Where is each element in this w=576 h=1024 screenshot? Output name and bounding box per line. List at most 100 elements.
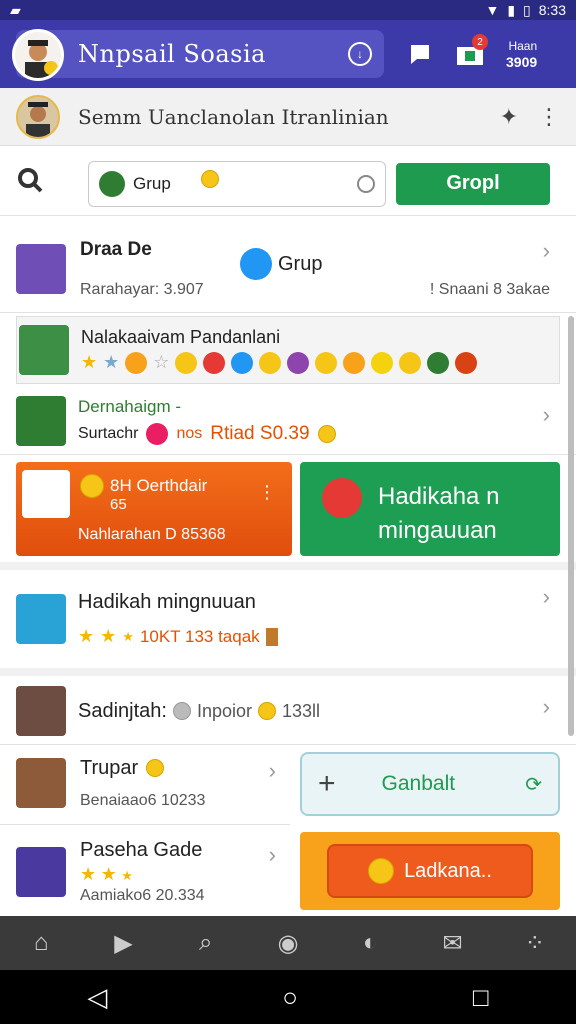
video-icon[interactable]: ▶	[103, 929, 143, 958]
emoji-icon	[259, 351, 282, 374]
card-title: 8H Oerthdair	[110, 476, 208, 495]
emoji-row[interactable]: Nalakaaivam Pandanlani ★ ★ ☆	[16, 316, 560, 384]
coin-icon	[80, 474, 104, 498]
star-icon: ★	[80, 864, 97, 884]
group-button[interactable]: Gropl	[396, 162, 550, 205]
card-subtitle: 65	[110, 496, 127, 513]
recents-icon[interactable]: □	[473, 982, 489, 1013]
wifi-icon: ▼	[485, 2, 500, 18]
row-price: Rtiad S0.39	[210, 423, 310, 444]
chevron-right-icon: ›	[542, 402, 550, 427]
list-item[interactable]: Dernahaigm - Surtachr nos Rtiad S0.39 ›	[16, 392, 560, 450]
emoji-icon	[175, 351, 198, 374]
plus-icon: +	[318, 767, 336, 800]
star-icon: ★	[78, 626, 95, 646]
system-nav: ◁ ○ □	[0, 970, 576, 1024]
avatar	[16, 244, 66, 294]
bottom-nav: ⌂ ▶ ⌕ ◉ ◐ ✉ ⁘	[0, 916, 576, 970]
emoji-icon	[343, 351, 366, 374]
scrollbar[interactable]	[568, 316, 574, 736]
app-avatar[interactable]	[12, 29, 64, 81]
card-title-line1: Hadikaha n	[378, 483, 500, 510]
balance-display: Haan 3909	[506, 38, 537, 70]
list-item[interactable]: Sadinjtah: Inpoior 133ll ›	[16, 684, 560, 738]
emoji-icon	[399, 351, 422, 374]
back-icon[interactable]: ◁	[87, 982, 107, 1013]
home-icon[interactable]: ⌂	[21, 929, 61, 957]
star-icon: ☆	[153, 351, 170, 372]
list-item[interactable]: Trupar Benaiaao6 10233 ›	[16, 752, 286, 814]
home-circle-icon[interactable]: ○	[282, 982, 298, 1013]
avatar	[16, 686, 66, 736]
app-title-pill[interactable]: Nnpsail Soasia ↓	[12, 29, 384, 81]
emoji-icon	[203, 351, 226, 374]
row-subtitle: Inpoior	[196, 700, 253, 721]
emoji-strip[interactable]: ★ ★ ☆	[81, 351, 478, 374]
gift-icon	[322, 478, 362, 518]
emoji-icon	[125, 351, 148, 374]
promo-card-green[interactable]: Hadikaha n mingauuan	[300, 462, 560, 556]
star-icon: ★	[121, 868, 133, 883]
list-item[interactable]: Hadikah mingnuuan ★ ★ ★ 10KT 133 taqak ›	[16, 578, 560, 660]
search-icon[interactable]: ⌕	[186, 929, 226, 957]
avatar	[22, 470, 70, 518]
row-title: Hadikah mingnuuan	[78, 591, 256, 613]
more-icon[interactable]: ⋮	[258, 482, 276, 503]
action-button[interactable]: Ladkana..	[327, 844, 533, 898]
row-title: Nalakaaivam Pandanlani	[81, 326, 281, 347]
balance-label: Haan	[508, 39, 538, 53]
group-search-input[interactable]: Grup	[88, 160, 386, 207]
coin-icon	[258, 702, 277, 720]
add-image-button[interactable]: + Ganbalt ⟳	[300, 752, 560, 816]
signal-icon: ▮	[507, 1, 516, 18]
row-subtitle: 10KT 133 taqak	[139, 626, 260, 646]
search-icon[interactable]	[16, 166, 64, 201]
status-bar: ▰ ▼ ▮ ▯ 8:33	[0, 0, 576, 20]
profile-strip[interactable]: Semm Uanclanolan Itranlinian ✦ ⋮	[0, 88, 576, 146]
pin-icon[interactable]: ✦	[500, 104, 518, 130]
shield-icon[interactable]: ◐	[350, 929, 390, 957]
app-title: Nnpsail Soasia	[78, 40, 266, 68]
promo-card-orange[interactable]: 8H Oerthdair 65 ⋮ Nahlarahan D 85368	[16, 462, 292, 556]
download-icon[interactable]: ↓	[348, 42, 372, 66]
list-item[interactable]: Paseha Gade ★ ★ ★ Aamiako6 20.334 ›	[16, 832, 286, 912]
app-notification-icon: ▰	[10, 1, 21, 18]
app-header: Nnpsail Soasia ↓ 2 Haan 3909	[0, 20, 576, 88]
avatar	[19, 325, 69, 375]
search-row: Grup Gropl	[0, 152, 576, 216]
list-item[interactable]: Draa De Rarahayar: 3.907 ! Snaani 8 3aka…	[16, 228, 560, 310]
more-options-icon[interactable]: ⋮	[538, 104, 560, 130]
emoji-icon	[427, 351, 450, 374]
emoji-icon	[371, 351, 394, 374]
notification-badge: 2	[472, 34, 488, 50]
group-label: Grup	[278, 252, 323, 275]
avatar	[16, 396, 66, 446]
star-icon: ★	[103, 351, 120, 372]
card-title-line2: mingauuan	[378, 517, 497, 544]
game-icon[interactable]: ◉	[268, 929, 308, 958]
row-meta: ! Snaani 8 3akae	[429, 281, 550, 298]
row-subtitle: Benaiaao6 10233	[80, 791, 206, 809]
star-icon: ★	[122, 628, 134, 644]
message-icon[interactable]: ✉	[433, 929, 473, 958]
star-icon: ★	[81, 351, 98, 372]
gift-icon[interactable]: 2	[450, 34, 490, 74]
chevron-right-icon: ›	[542, 238, 550, 263]
emoji-icon	[455, 351, 478, 374]
group-avatar-icon	[99, 170, 125, 197]
avatar	[16, 847, 66, 897]
chat-icon[interactable]	[400, 34, 440, 74]
status-time: 8:33	[538, 2, 566, 18]
profile-avatar[interactable]	[16, 94, 60, 139]
group-badge-icon	[240, 248, 272, 280]
clear-icon[interactable]	[357, 174, 375, 193]
emoji-icon	[287, 351, 310, 374]
row-title: Paseha Gade	[80, 839, 203, 861]
smile-emoji-icon	[146, 759, 165, 777]
avatar	[16, 594, 66, 644]
row-title: Trupar	[80, 756, 139, 779]
apps-icon[interactable]: ⁘	[515, 929, 555, 958]
search-value: Grup	[133, 173, 171, 193]
row-title: Dernahaigm -	[78, 397, 181, 416]
row-title: Sadinjtah:	[78, 699, 167, 722]
